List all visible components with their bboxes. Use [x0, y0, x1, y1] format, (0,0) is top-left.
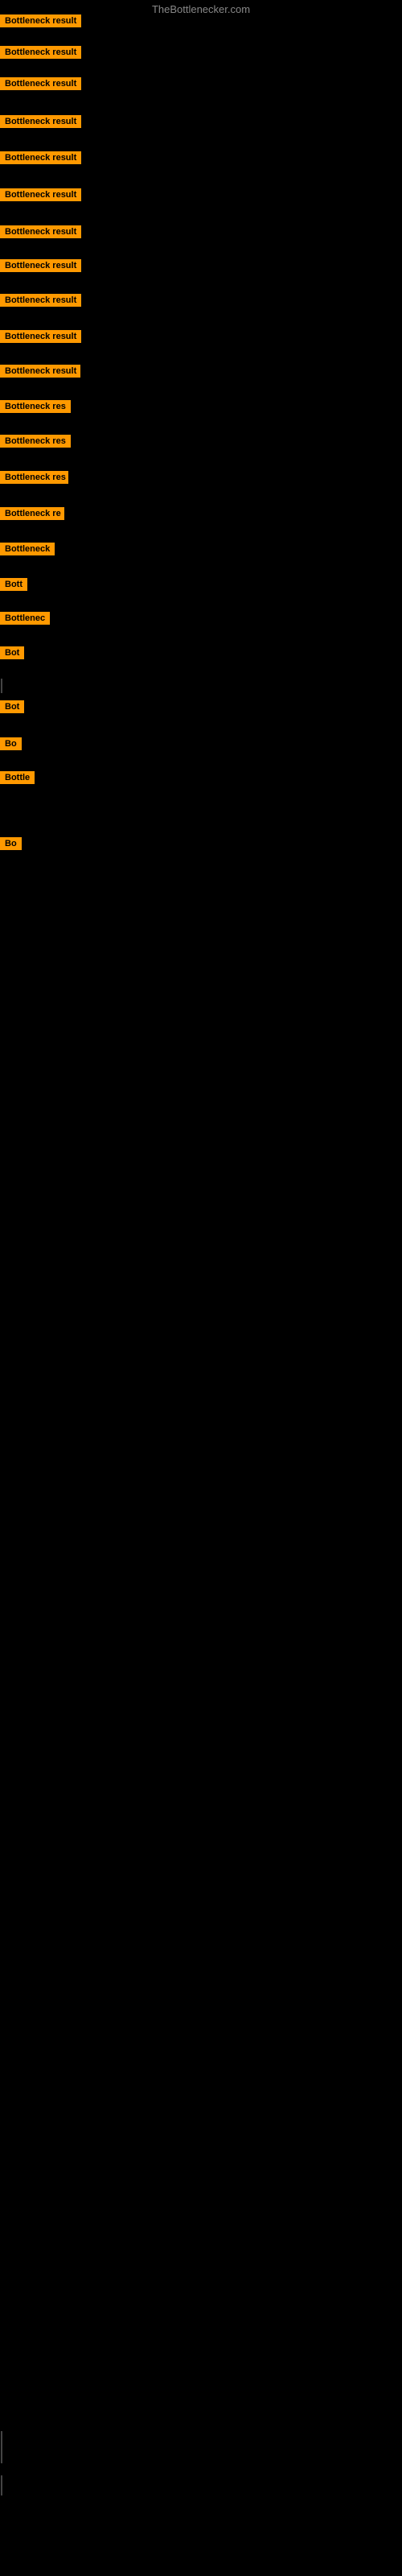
badge-label: Bottleneck result: [0, 259, 81, 272]
badge-label: Bot: [0, 646, 24, 659]
badge-label: Bottleneck result: [0, 225, 81, 238]
badge-label: Bo: [0, 837, 22, 850]
bottleneck-result-badge: Bot: [0, 700, 24, 717]
bottleneck-result-badge: Bottleneck re: [0, 507, 64, 524]
vertical-line: [1, 679, 2, 693]
bottleneck-result-badge: Bottlenec: [0, 612, 50, 629]
bottleneck-result-badge: Bottleneck result: [0, 14, 81, 31]
bottleneck-result-badge: Bo: [0, 737, 22, 754]
vertical-line: [1, 2431, 2, 2463]
bottleneck-result-badge: Bottleneck res: [0, 471, 68, 488]
badge-label: Bottleneck res: [0, 471, 68, 484]
bottleneck-result-badge: Bottleneck result: [0, 46, 81, 63]
badge-label: Bottleneck: [0, 543, 55, 555]
bottleneck-result-badge: Bottleneck result: [0, 294, 81, 311]
badge-label: Bottleneck re: [0, 507, 64, 520]
bottleneck-result-badge: Bott: [0, 578, 27, 595]
bottleneck-result-badge: Bottleneck: [0, 543, 55, 559]
bottleneck-result-badge: Bo: [0, 837, 22, 854]
badge-label: Bot: [0, 700, 24, 713]
bottleneck-result-badge: Bottleneck result: [0, 365, 80, 382]
bottleneck-result-badge: Bottleneck result: [0, 77, 81, 94]
bottleneck-result-badge: Bottleneck res: [0, 435, 71, 452]
badge-label: Bottle: [0, 771, 35, 784]
bottleneck-result-badge: Bot: [0, 646, 24, 663]
badge-label: Bottleneck result: [0, 151, 81, 164]
badge-label: Bottleneck result: [0, 330, 81, 343]
badge-label: Bottleneck res: [0, 400, 71, 413]
badge-label: Bottleneck result: [0, 365, 80, 378]
badge-label: Bottleneck result: [0, 188, 81, 201]
vertical-line: [1, 2475, 2, 2496]
badge-label: Bott: [0, 578, 27, 591]
bottleneck-result-badge: Bottleneck result: [0, 259, 81, 276]
badge-label: Bo: [0, 737, 22, 750]
bottleneck-result-badge: Bottleneck result: [0, 330, 81, 347]
bottleneck-result-badge: Bottleneck result: [0, 225, 81, 242]
bottleneck-result-badge: Bottleneck res: [0, 400, 71, 417]
badge-label: Bottleneck result: [0, 77, 81, 90]
bottleneck-result-badge: Bottleneck result: [0, 151, 81, 168]
badge-label: Bottleneck res: [0, 435, 71, 448]
bottleneck-result-badge: Bottleneck result: [0, 115, 81, 132]
badge-label: Bottleneck result: [0, 115, 81, 128]
badge-label: Bottleneck result: [0, 14, 81, 27]
bottleneck-result-badge: Bottleneck result: [0, 188, 81, 205]
badge-label: Bottlenec: [0, 612, 50, 625]
badge-label: Bottleneck result: [0, 294, 81, 307]
bottleneck-result-badge: Bottle: [0, 771, 35, 788]
badge-label: Bottleneck result: [0, 46, 81, 59]
